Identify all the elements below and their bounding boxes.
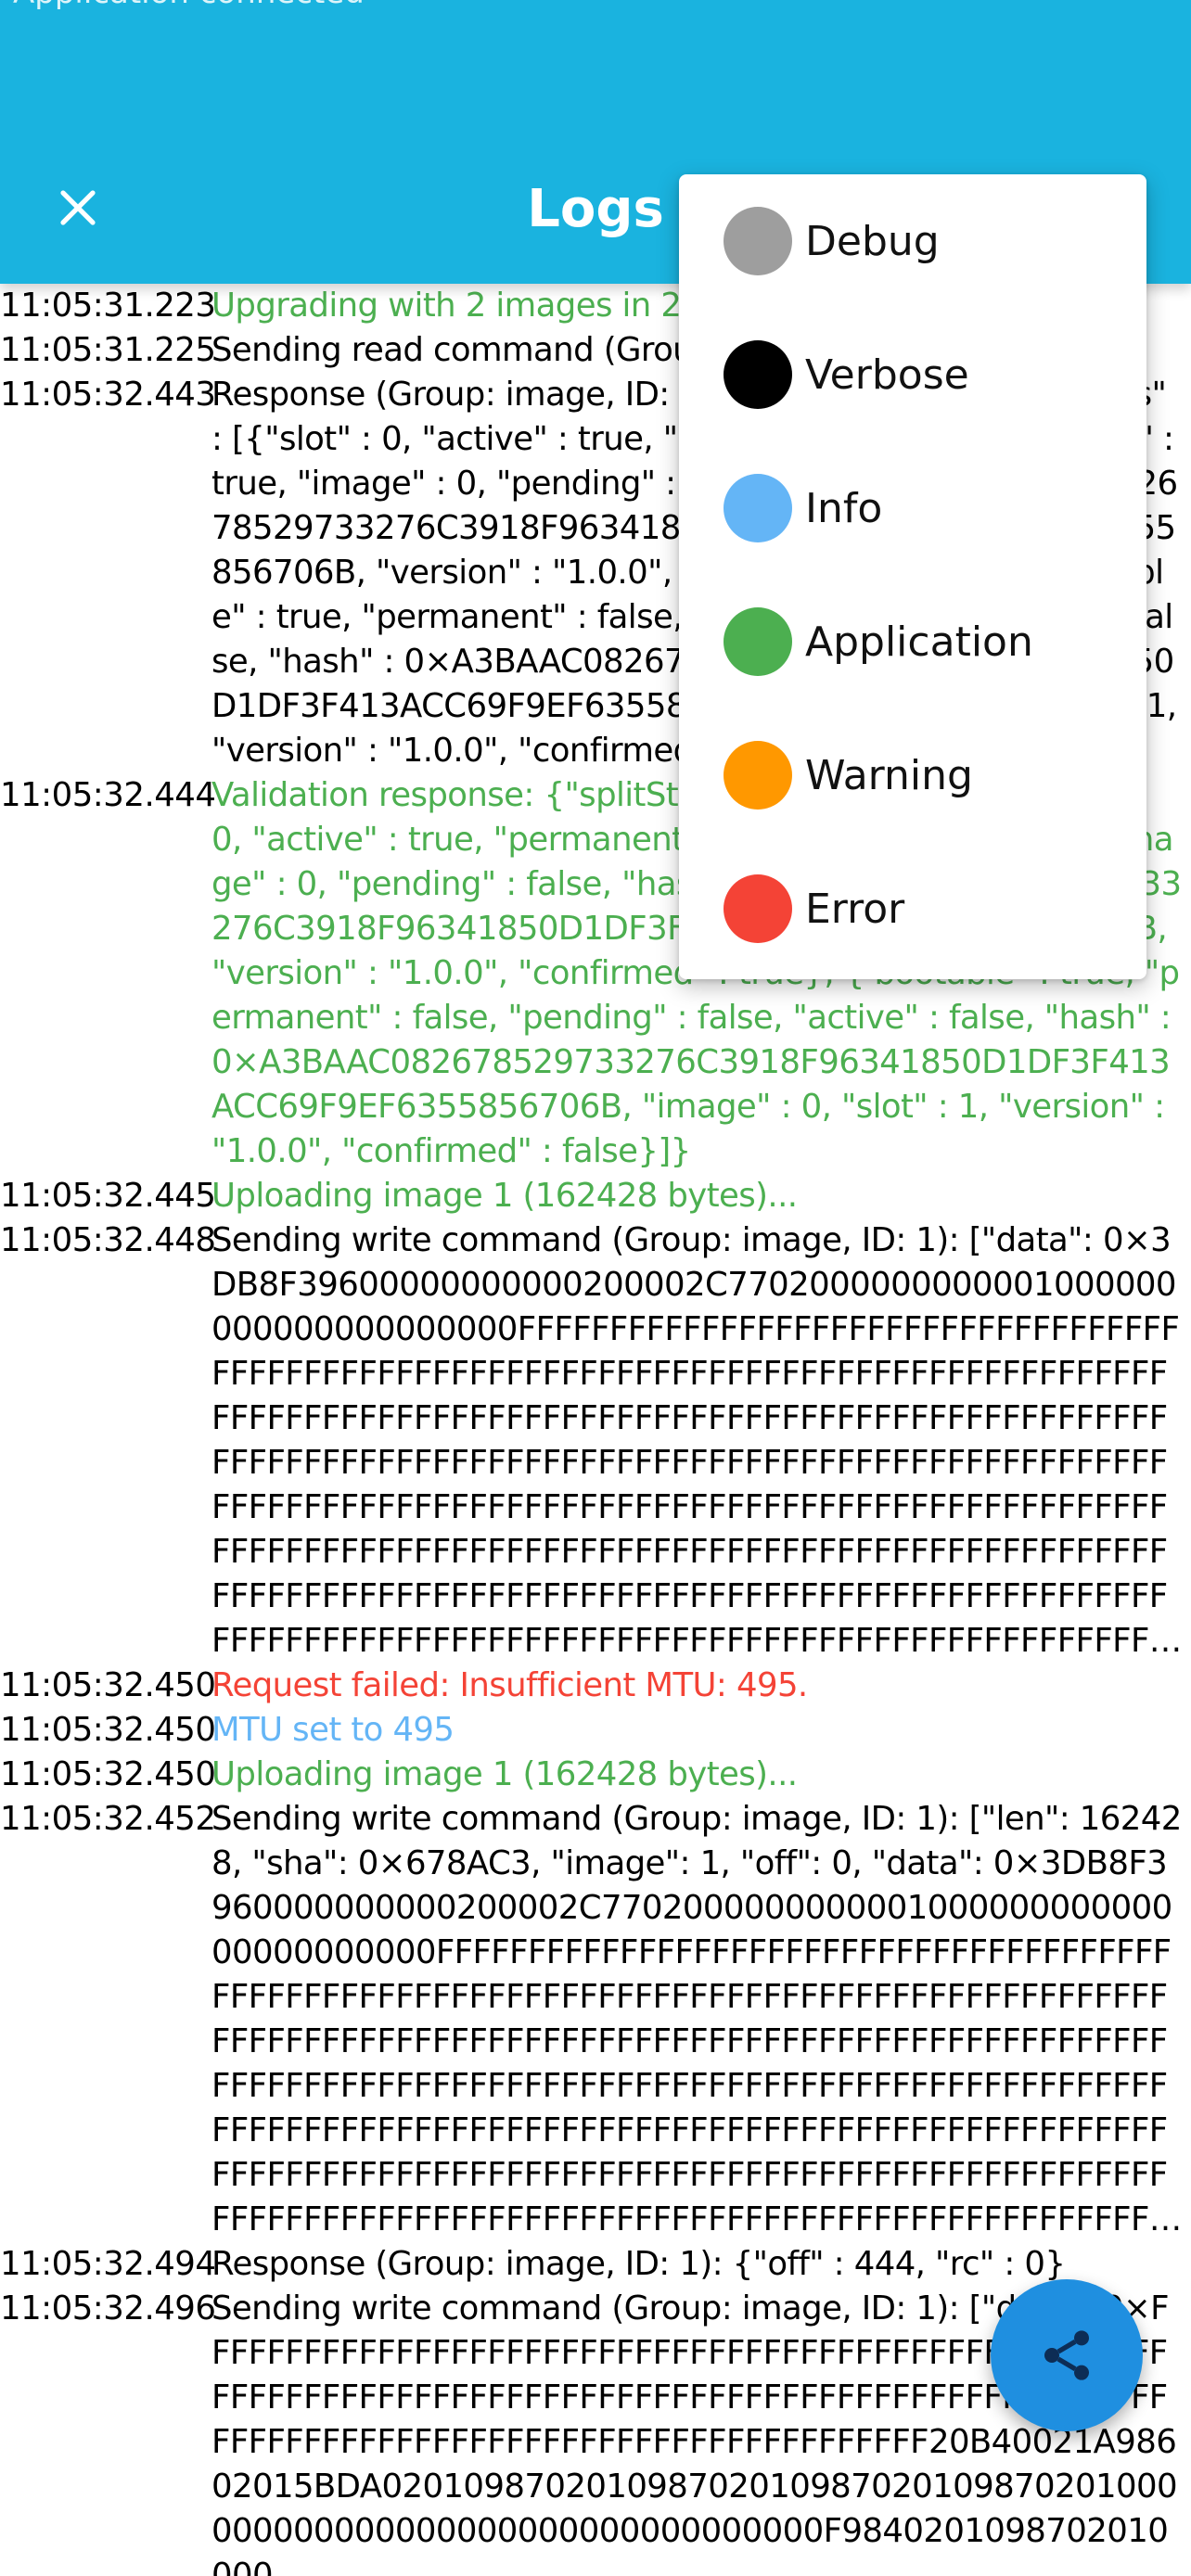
log-row: 11:05:32.450 Request failed: Insufficient…: [0, 1664, 1191, 1708]
log-message: MTU set to 495: [211, 1711, 455, 1749]
application-dot-icon: [724, 607, 792, 676]
menu-item-application[interactable]: Application: [679, 575, 1146, 708]
log-time: 11:05:32.448: [0, 1221, 216, 1259]
log-time: 11:05:31.225: [0, 331, 216, 369]
share-icon: [1044, 2330, 1089, 2380]
log-time: 11:05:32.450: [0, 1755, 216, 1793]
menu-item-warning[interactable]: Warning: [679, 708, 1146, 842]
menu-item-label: Error: [805, 885, 905, 933]
menu-item-label: Verbose: [805, 351, 969, 399]
log-row: 11:05:32.452 Sending write command (Group…: [0, 1797, 1191, 2242]
verbose-dot-icon: [724, 340, 792, 409]
log-time: 11:05:32.452: [0, 1800, 216, 1838]
info-dot-icon: [724, 474, 792, 542]
menu-item-label: Warning: [805, 751, 973, 799]
log-time: 11:05:32.443: [0, 376, 216, 414]
log-row: 11:05:32.494 Response (Group: image, ID: …: [0, 2242, 1191, 2287]
log-row: 11:05:32.448 Sending write command (Group…: [0, 1218, 1191, 1664]
log-time: 11:05:32.494: [0, 2245, 216, 2283]
share-button[interactable]: [991, 2279, 1143, 2431]
log-row: 11:05:32.450 MTU set to 495: [0, 1708, 1191, 1753]
log-message: Sending write command (Group: image, ID:…: [211, 1800, 1182, 2238]
log-time: 11:05:32.496: [0, 2289, 216, 2327]
log-message: Uploading image 1 (162428 bytes)...: [211, 1755, 798, 1793]
log-level-menu: Debug Verbose Info Application Warning Error: [679, 174, 1146, 979]
log-message: Response (Group: image, ID: 1): {"off" :…: [211, 2245, 1066, 2283]
error-dot-icon: [724, 874, 792, 943]
debug-dot-icon: [724, 207, 792, 275]
warning-dot-icon: [724, 741, 792, 810]
log-time: 11:05:31.223: [0, 287, 216, 325]
log-row: 11:05:32.445 Uploading image 1 (162428 by…: [0, 1174, 1191, 1218]
log-time: 11:05:32.444: [0, 776, 216, 814]
log-time: 11:05:32.445: [0, 1177, 216, 1215]
log-time: 11:05:32.450: [0, 1666, 216, 1704]
menu-item-label: Debug: [805, 217, 940, 265]
menu-item-label: Application: [805, 618, 1033, 666]
log-message: Uploading image 1 (162428 bytes)...: [211, 1177, 798, 1215]
log-time: 11:05:32.450: [0, 1711, 216, 1749]
menu-item-label: Info: [805, 484, 883, 532]
menu-item-debug[interactable]: Debug: [679, 174, 1146, 308]
status-text: Application connected: [13, 0, 365, 11]
menu-item-info[interactable]: Info: [679, 441, 1146, 575]
log-message: Sending write command (Group: image, ID:…: [211, 1221, 1180, 1660]
log-row: 11:05:32.450 Uploading image 1 (162428 by…: [0, 1753, 1191, 1797]
menu-item-error[interactable]: Error: [679, 842, 1146, 976]
menu-item-verbose[interactable]: Verbose: [679, 308, 1146, 441]
log-message: Request failed: Insufficient MTU: 495.: [211, 1666, 808, 1704]
